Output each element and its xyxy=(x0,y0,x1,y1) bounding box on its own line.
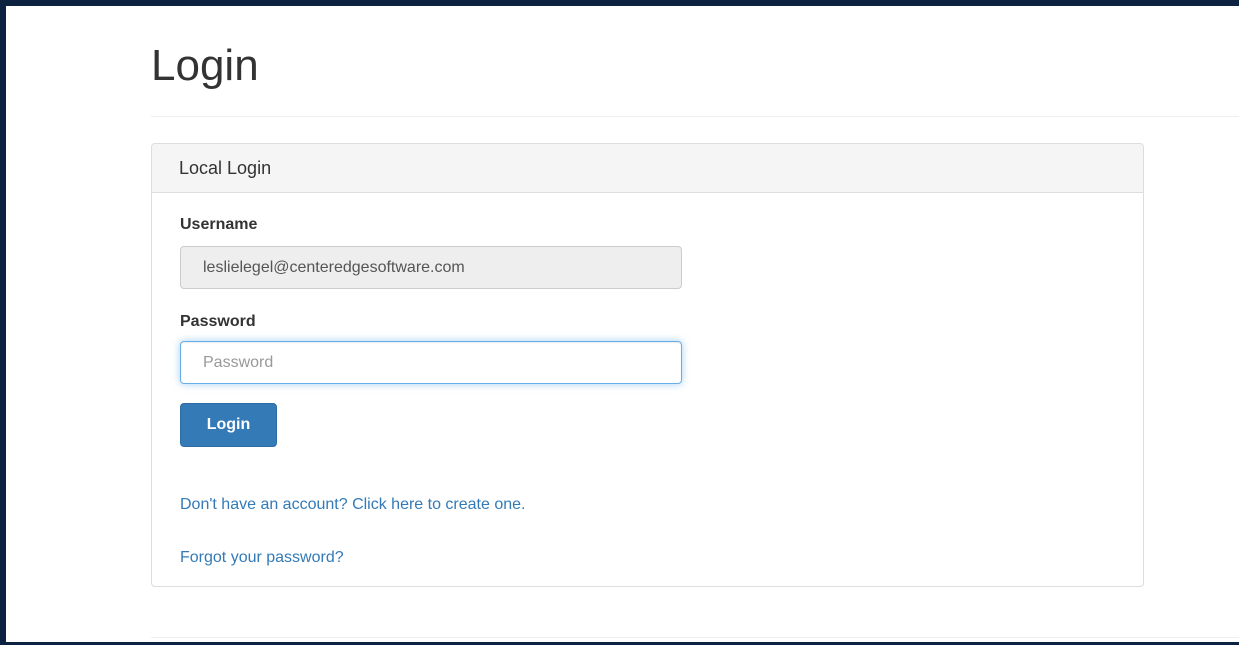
page-title: Login xyxy=(151,41,259,90)
forgot-password-link[interactable]: Forgot your password? xyxy=(180,550,344,566)
panel-heading: Local Login xyxy=(152,144,1143,193)
create-account-link[interactable]: Don't have an account? Click here to cre… xyxy=(180,497,525,513)
login-button[interactable]: Login xyxy=(180,403,277,447)
password-label: Password xyxy=(180,313,256,330)
local-login-panel: Local Login Username leslielegel@centere… xyxy=(151,143,1144,587)
page-header: Login xyxy=(151,6,1239,117)
password-field[interactable] xyxy=(180,341,682,384)
divider xyxy=(151,637,1239,638)
browser-content: Login Local Login Username leslielegel@c… xyxy=(6,6,1239,642)
username-field[interactable]: leslielegel@centeredgesoftware.com xyxy=(180,246,682,289)
username-label: Username xyxy=(180,216,258,233)
